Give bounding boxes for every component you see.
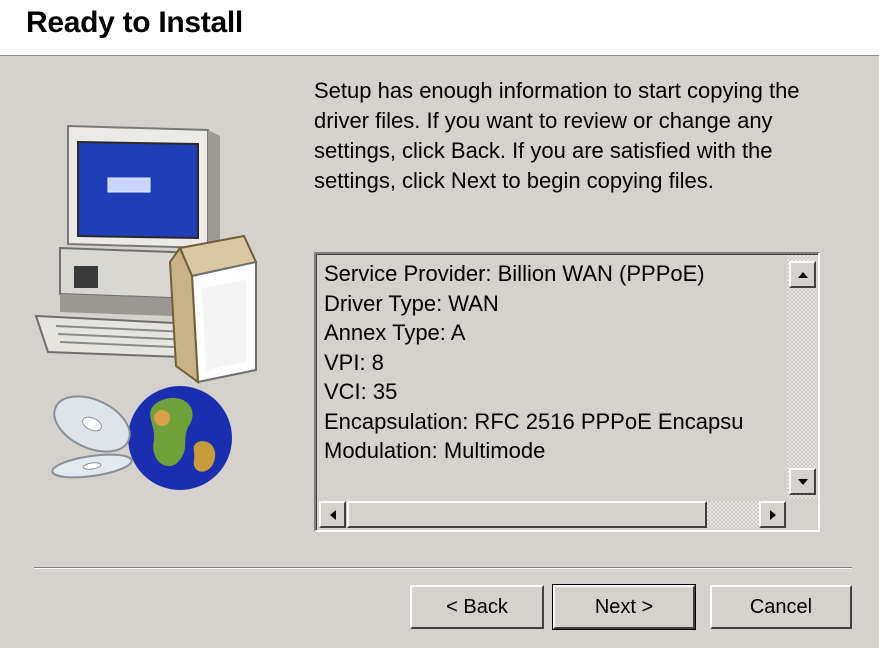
summary-line-modulation: Modulation: Multimode <box>324 438 546 463</box>
summary-line-encapsulation: Encapsulation: RFC 2516 PPPoE Encapsu <box>324 408 744 434</box>
scroll-right-arrow-icon <box>769 509 776 520</box>
summary-line-annex-type: Annex Type: A <box>324 320 466 345</box>
computer-illustration-icon <box>34 124 258 490</box>
horizontal-scroll-track[interactable] <box>707 501 759 528</box>
settings-summary-lines: Service Provider: Billion WAN (PPPoE) Dr… <box>324 259 784 466</box>
settings-summary-box[interactable]: Service Provider: Billion WAN (PPPoE) Dr… <box>314 252 820 532</box>
page-title: Ready to Install <box>26 6 243 39</box>
summary-line-vci: VCI: 35 <box>324 379 398 404</box>
vertical-scrollbar[interactable] <box>787 255 818 499</box>
scroll-up-button[interactable] <box>789 261 816 288</box>
back-button[interactable]: < Back <box>410 585 544 629</box>
scroll-up-arrow-icon <box>797 271 808 278</box>
summary-line-vpi: VPI: 8 <box>324 349 384 375</box>
settings-summary-viewport: Service Provider: Billion WAN (PPPoE) Dr… <box>316 254 818 530</box>
summary-line-driver-type: Driver Type: WAN <box>324 290 499 316</box>
header: Ready to Install <box>0 0 879 56</box>
scroll-right-button[interactable] <box>759 501 786 528</box>
scrollbar-corner <box>787 499 818 530</box>
intro-text: Setup has enough information to start co… <box>314 78 800 193</box>
cancel-button[interactable]: Cancel <box>710 585 852 629</box>
horizontal-scroll-thumb[interactable] <box>347 501 707 528</box>
next-button[interactable]: Next > <box>552 584 696 630</box>
scroll-down-arrow-icon <box>797 478 808 485</box>
summary-line-service-provider: Service Provider: Billion WAN (PPPoE) <box>324 261 705 286</box>
footer-divider <box>34 567 852 569</box>
scroll-left-arrow-icon <box>329 509 336 520</box>
scroll-down-button[interactable] <box>789 468 816 495</box>
scroll-left-button[interactable] <box>319 501 346 528</box>
